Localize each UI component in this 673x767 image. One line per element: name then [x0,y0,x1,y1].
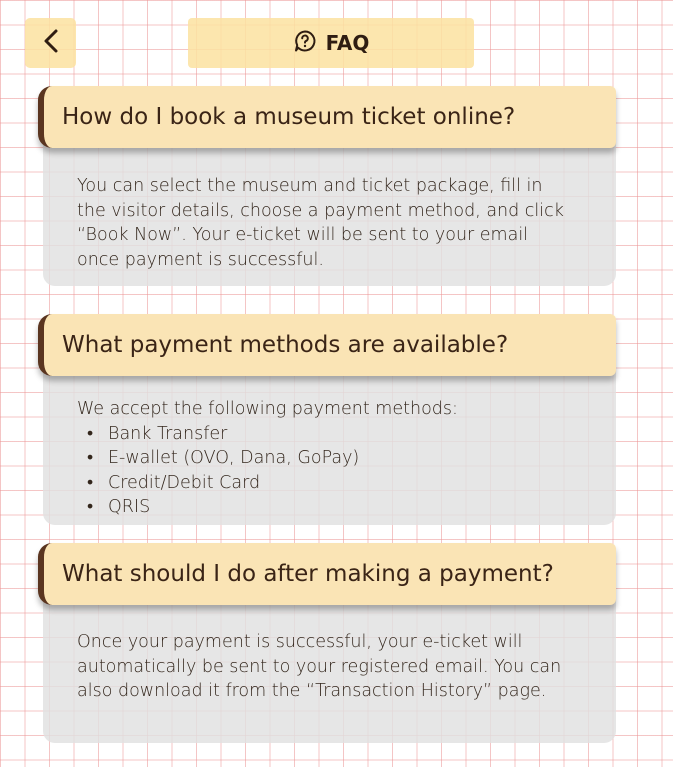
faq-answer-line: once payment is successful. [77,249,324,270]
faq-question-text: What payment methods are available? [62,332,509,358]
faq-answer-line: Once your payment is successful, your e-… [77,632,523,652]
faq-answer-line: You can select the museum and ticket pac… [77,176,543,196]
page-title-bar: FAQ [188,18,474,68]
list-item: Credit/Debit Card [77,471,607,496]
list-item: Bank Transfer [77,422,607,447]
faq-answer-line: the visitor details, choose a payment me… [77,200,564,221]
faq-answer-line: also download it from the “Transaction H… [77,681,547,701]
list-item: QRIS [77,495,607,520]
faq-answer-1: You can select the museum and ticket pac… [77,174,607,272]
chevron-left-icon [41,28,61,59]
faq-answer-line: automatically be sent to your registered… [77,656,562,677]
faq-question-text: How do I book a museum ticket online? [62,104,516,130]
faq-question-1[interactable]: How do I book a museum ticket online? [38,86,616,148]
help-circle-icon [293,29,317,58]
faq-question-text: What should I do after making a payment? [62,561,554,587]
page-title: FAQ [325,31,370,55]
faq-answer-line: “Book Now”. Your e-ticket will be sent t… [77,225,529,245]
faq-question-3[interactable]: What should I do after making a payment? [38,543,616,605]
faq-answer-intro: We accept the following payment methods: [77,399,458,419]
payment-methods-list: Bank Transfer E-wallet (OVO, Dana, GoPay… [77,422,607,520]
faq-answer-2: We accept the following payment methods:… [77,397,607,520]
faq-question-2[interactable]: What payment methods are available? [38,314,616,376]
faq-answer-3: Once your payment is successful, your e-… [77,630,607,704]
back-button[interactable] [25,18,76,68]
list-item: E-wallet (OVO, Dana, GoPay) [77,446,607,471]
